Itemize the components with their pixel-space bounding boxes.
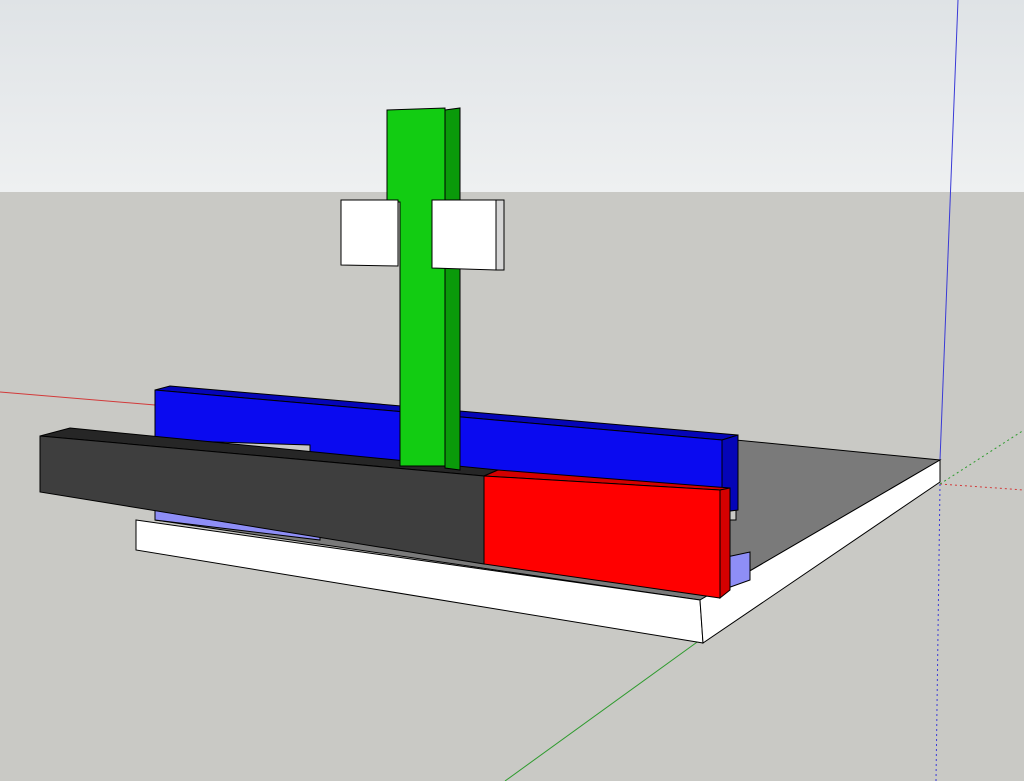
sky (0, 0, 1024, 192)
red-block-end[interactable] (719, 487, 731, 600)
left-white-block-front[interactable] (340, 199, 399, 267)
right-white-block-side[interactable] (495, 199, 505, 271)
green-post-side[interactable] (444, 107, 461, 471)
right-white-block[interactable] (431, 199, 505, 271)
3d-scene[interactable] (0, 0, 1024, 781)
right-white-block-front[interactable] (431, 199, 497, 271)
left-white-block[interactable] (340, 199, 399, 267)
modeling-viewport[interactable] (0, 0, 1024, 781)
